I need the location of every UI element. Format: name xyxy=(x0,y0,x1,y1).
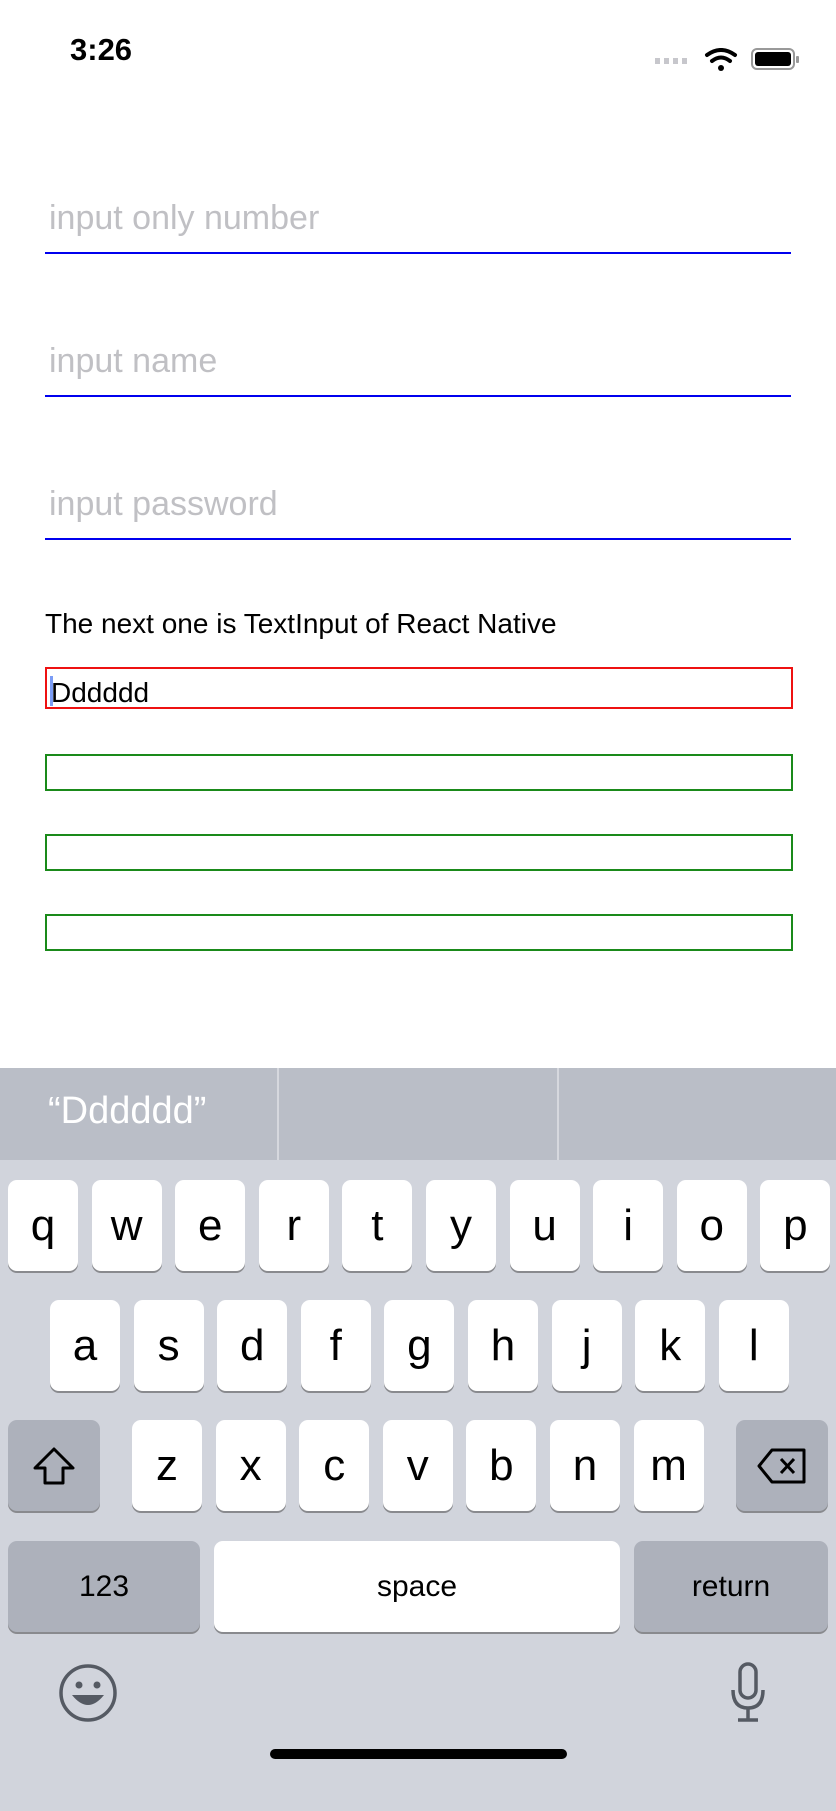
divider xyxy=(277,1068,279,1160)
return-key[interactable]: return xyxy=(634,1541,828,1632)
keyboard: “Dddddd” qwertyuiopasdfghjklzxcvbnm 123 … xyxy=(0,1068,836,1811)
key-m[interactable]: m xyxy=(633,1420,704,1511)
key-u[interactable]: u xyxy=(509,1180,580,1271)
key-l[interactable]: l xyxy=(718,1300,789,1391)
signal-icon xyxy=(655,58,687,64)
delete-key[interactable] xyxy=(736,1420,828,1511)
key-n[interactable]: n xyxy=(550,1420,620,1511)
key-s[interactable]: s xyxy=(133,1300,204,1391)
name-input[interactable]: input name xyxy=(45,342,791,397)
numbers-key[interactable]: 123 xyxy=(8,1541,200,1632)
key-g[interactable]: g xyxy=(384,1300,455,1391)
key-a[interactable]: a xyxy=(50,1300,120,1391)
microphone-icon[interactable] xyxy=(728,1662,768,1726)
green-input-3[interactable] xyxy=(45,914,793,951)
section-label: The next one is TextInput of React Nativ… xyxy=(45,608,557,639)
key-q[interactable]: q xyxy=(8,1180,78,1271)
key-o[interactable]: o xyxy=(676,1180,747,1271)
key-e[interactable]: e xyxy=(175,1180,246,1271)
key-b[interactable]: b xyxy=(466,1420,537,1511)
battery-icon xyxy=(751,48,799,70)
key-y[interactable]: y xyxy=(426,1180,496,1271)
suggestion-bar: “Dddddd” xyxy=(0,1068,836,1160)
green-input-2[interactable] xyxy=(45,834,793,871)
key-x[interactable]: x xyxy=(215,1420,286,1511)
wifi-icon xyxy=(705,48,737,71)
input-value: Dddddd xyxy=(51,677,150,708)
backspace-icon xyxy=(757,1448,806,1483)
key-j[interactable]: j xyxy=(551,1300,622,1391)
home-indicator[interactable] xyxy=(270,1749,567,1759)
password-input[interactable]: input password xyxy=(45,485,791,540)
key-i[interactable]: i xyxy=(593,1180,664,1271)
key-p[interactable]: p xyxy=(760,1180,831,1271)
key-z[interactable]: z xyxy=(132,1420,202,1511)
key-d[interactable]: d xyxy=(217,1300,288,1391)
key-k[interactable]: k xyxy=(635,1300,706,1391)
placeholder: input password xyxy=(49,485,278,523)
placeholder: input name xyxy=(49,342,218,380)
number-input[interactable]: input only number xyxy=(45,199,791,254)
shift-icon xyxy=(33,1447,75,1484)
key-f[interactable]: f xyxy=(300,1300,371,1391)
rn-text-input[interactable]: Dddddd xyxy=(45,667,793,709)
key-v[interactable]: v xyxy=(382,1420,453,1511)
space-key[interactable]: space xyxy=(214,1541,620,1632)
key-t[interactable]: t xyxy=(342,1180,413,1271)
key-h[interactable]: h xyxy=(468,1300,538,1391)
green-input-1[interactable] xyxy=(45,754,793,791)
status-time: 3:26 xyxy=(70,32,133,67)
divider xyxy=(557,1068,559,1160)
key-r[interactable]: r xyxy=(258,1180,329,1271)
shift-key[interactable] xyxy=(8,1420,100,1511)
emoji-icon[interactable] xyxy=(58,1663,118,1723)
key-w[interactable]: w xyxy=(91,1180,162,1271)
key-c[interactable]: c xyxy=(299,1420,370,1511)
status-icons xyxy=(655,48,799,71)
placeholder: input only number xyxy=(49,199,320,237)
suggestion-item[interactable]: “Dddddd” xyxy=(48,1090,206,1133)
